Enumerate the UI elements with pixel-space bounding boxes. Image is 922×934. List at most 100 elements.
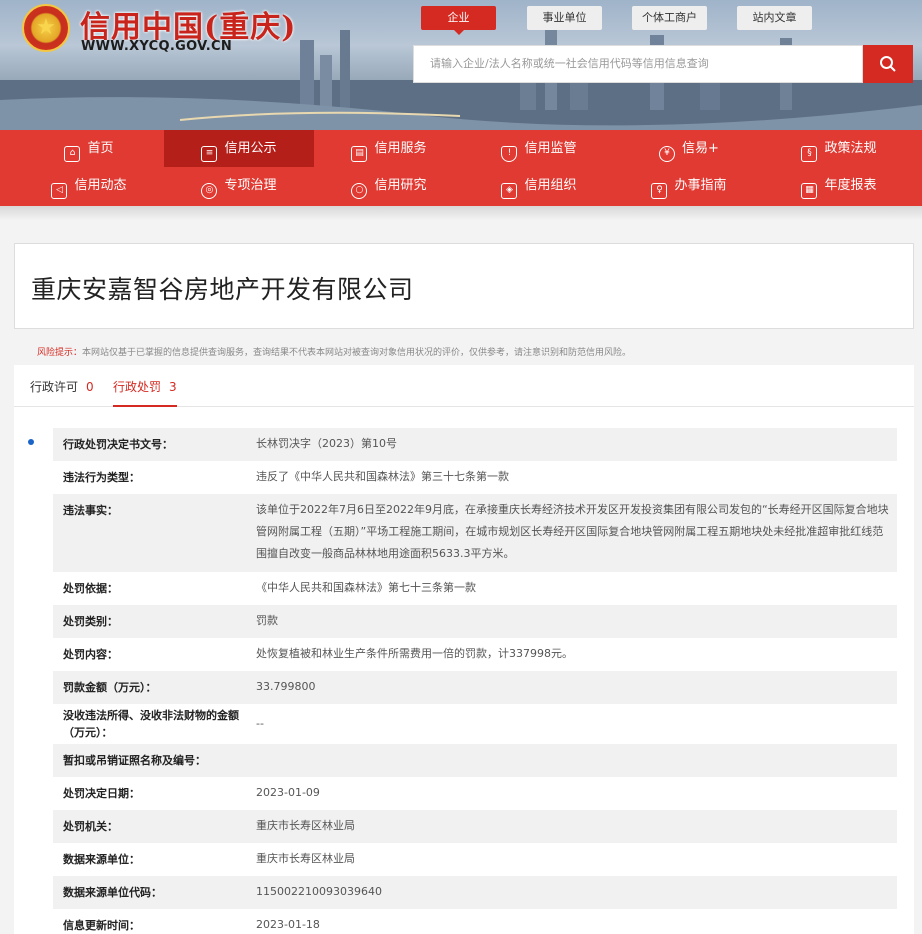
table-row: 罚款金额（万元）： 33.799800: [53, 671, 897, 704]
field-value: 该单位于2022年7月6日至2022年9月底，在承接重庆长寿经济技术开发区开发投…: [256, 503, 889, 560]
nav-label: 信用动态: [74, 178, 127, 193]
field-label: 数据来源单位：: [63, 853, 140, 866]
badge-icon: ¥: [659, 146, 676, 162]
nav-credit-news[interactable]: ◁ 信用动态: [14, 167, 164, 204]
nav-credit-organization[interactable]: ◈ 信用组织: [464, 167, 614, 204]
nav-label: 信用监管: [524, 141, 577, 156]
search-icon: [880, 56, 896, 72]
top-tab-enterprise[interactable]: 企业: [421, 6, 496, 35]
search-input[interactable]: 请输入企业/法人名称或统一社会信用代码等信用信息查询: [413, 45, 863, 83]
table-row: 处罚机关： 重庆市长寿区林业局: [53, 810, 897, 843]
field-label: 信息更新时间：: [63, 919, 140, 932]
nav-label: 政策法规: [824, 141, 877, 156]
table-row: 处罚类别： 罚款: [53, 605, 897, 638]
field-value: 重庆市长寿区林业局: [256, 852, 355, 865]
field-label: 处罚机关：: [63, 820, 118, 833]
document-icon: ▤: [351, 146, 368, 162]
risk-text: 本网站仅基于已掌握的信息提供查询服务，查询结果不代表本网站对被查询对象信用状况的…: [82, 348, 632, 358]
field-label: 处罚类别：: [63, 615, 118, 628]
tab-admin-penalty[interactable]: 行政处罚 3: [113, 378, 177, 407]
field-label: 处罚内容：: [63, 648, 118, 661]
top-tab-individual[interactable]: 个体工商户: [632, 6, 707, 30]
nav-policy[interactable]: § 政策法规: [764, 130, 914, 167]
field-value: 2023-01-09: [256, 786, 320, 799]
field-label: 处罚依据：: [63, 582, 118, 595]
table-row: 信息更新时间： 2023-01-18: [53, 909, 897, 934]
field-value: 长林罚决字（2023）第10号: [256, 437, 397, 450]
field-label: 数据来源单位代码：: [63, 886, 162, 899]
company-name: 重庆安嘉智谷房地产开发有限公司: [31, 275, 414, 304]
nav-label: 信用公示: [224, 141, 277, 156]
table-row: 数据来源单位代码： 115002210093039640: [53, 876, 897, 909]
nav-home[interactable]: ⌂ 首页: [14, 130, 164, 167]
nav-label: 信用研究: [374, 178, 427, 193]
tab-count: 3: [169, 380, 177, 394]
table-row: 处罚依据： 《中华人民共和国森林法》第七十三条第一款: [53, 572, 897, 605]
risk-label: 风险提示：: [37, 348, 83, 358]
field-label: 违法行为类型：: [63, 471, 140, 484]
nav-credit-publicity[interactable]: ≡ 信用公示: [164, 130, 314, 167]
table-row: 暂扣或吊销证照名称及编号：: [53, 744, 897, 777]
field-label: 没收违法所得、没收非法财物的金额（万元）：: [63, 709, 239, 739]
nav-label: 专项治理: [224, 178, 277, 193]
nav-label: 年度报表: [824, 178, 877, 193]
field-value: 重庆市长寿区林业局: [256, 819, 355, 832]
top-tab-institution[interactable]: 事业单位: [527, 6, 602, 30]
layers-icon: ◈: [501, 183, 518, 199]
nav-service-guide[interactable]: ♀ 办事指南: [614, 167, 764, 204]
speaker-icon: ◁: [51, 183, 68, 199]
table-row: 数据来源单位： 重庆市长寿区林业局: [53, 843, 897, 876]
tab-admin-license[interactable]: 行政许可 0: [30, 378, 94, 407]
field-label: 暂扣或吊销证照名称及编号：: [63, 754, 206, 767]
company-card: 重庆安嘉智谷房地产开发有限公司: [14, 243, 914, 329]
table-row: 行政处罚决定书文号： 长林罚决字（2023）第10号: [53, 428, 897, 461]
field-label: 罚款金额（万元）：: [63, 681, 157, 694]
nav-divider: [0, 206, 922, 220]
bulletin-icon: ≡: [201, 146, 218, 162]
top-tab-articles[interactable]: 站内文章: [737, 6, 812, 30]
home-icon: ⌂: [64, 146, 81, 162]
risk-notice: 风险提示：本网站仅基于已掌握的信息提供查询服务，查询结果不代表本网站对被查询对象…: [37, 345, 631, 358]
nav-credit-research[interactable]: ○ 信用研究: [314, 167, 464, 204]
nav-label: 办事指南: [674, 178, 727, 193]
nav-label: 信易+: [682, 141, 719, 156]
nav-special-governance[interactable]: ◎ 专项治理: [164, 167, 314, 204]
table-row: 处罚内容： 处恢复植被和林业生产条件所需费用一倍的罚款，计337998元。: [53, 638, 897, 671]
report-icon: ▦: [801, 183, 818, 199]
site-url[interactable]: WWW.XYCQ.GOV.CN: [81, 39, 232, 54]
clipboard-icon: §: [801, 146, 818, 162]
field-value: 115002210093039640: [256, 885, 382, 898]
field-value: 违反了《中华人民共和国森林法》第三十七条第一款: [256, 470, 509, 483]
guide-icon: ♀: [651, 183, 668, 199]
field-value: 2023-01-18: [256, 918, 320, 931]
nav-annual-report[interactable]: ▦ 年度报表: [764, 167, 914, 204]
nav-xinyi-plus[interactable]: ¥ 信易+: [614, 130, 764, 167]
field-value: --: [256, 717, 264, 730]
field-value: 《中华人民共和国森林法》第七十三条第一款: [256, 581, 476, 594]
field-label: 处罚决定日期：: [63, 787, 140, 800]
field-label: 行政处罚决定书文号：: [63, 438, 173, 451]
tab-label: 行政处罚: [113, 380, 162, 394]
main-nav: ⌂ 首页 ≡ 信用公示 ▤ 信用服务 ! 信用监管 ¥ 信易+ § 政策法规 ◁ 信用动态 ◎…: [0, 130, 922, 206]
record-bullet-icon: [28, 439, 34, 445]
field-label: 违法事实：: [63, 504, 118, 517]
nav-label: 信用服务: [374, 141, 427, 156]
shield-icon: !: [501, 146, 518, 162]
field-value: 处恢复植被和林业生产条件所需费用一倍的罚款，计337998元。: [256, 647, 573, 660]
search-button[interactable]: [863, 45, 913, 83]
tab-label: 行政许可: [30, 380, 79, 394]
national-emblem-icon[interactable]: ★: [22, 4, 70, 52]
content-panel: 行政许可 0 行政处罚 3 行政处罚决定书文号： 长林罚决字（2023）第10号 违…: [14, 365, 914, 934]
nav-credit-supervision[interactable]: ! 信用监管: [464, 130, 614, 167]
magnifier-icon: ○: [351, 183, 368, 199]
nav-credit-service[interactable]: ▤ 信用服务: [314, 130, 464, 167]
table-row: 没收违法所得、没收非法财物的金额（万元）： --: [53, 704, 897, 744]
nav-label: 信用组织: [524, 178, 577, 193]
penalty-record-table: 行政处罚决定书文号： 长林罚决字（2023）第10号 违法行为类型： 违反了《中…: [53, 428, 897, 934]
record-tabs: 行政许可 0 行政处罚 3: [14, 365, 914, 407]
tab-count: 0: [86, 380, 94, 394]
target-icon: ◎: [201, 183, 218, 199]
field-value: 罚款: [256, 614, 278, 627]
table-row: 处罚决定日期： 2023-01-09: [53, 777, 897, 810]
table-row: 违法事实： 该单位于2022年7月6日至2022年9月底，在承接重庆长寿经济技术…: [53, 494, 897, 572]
